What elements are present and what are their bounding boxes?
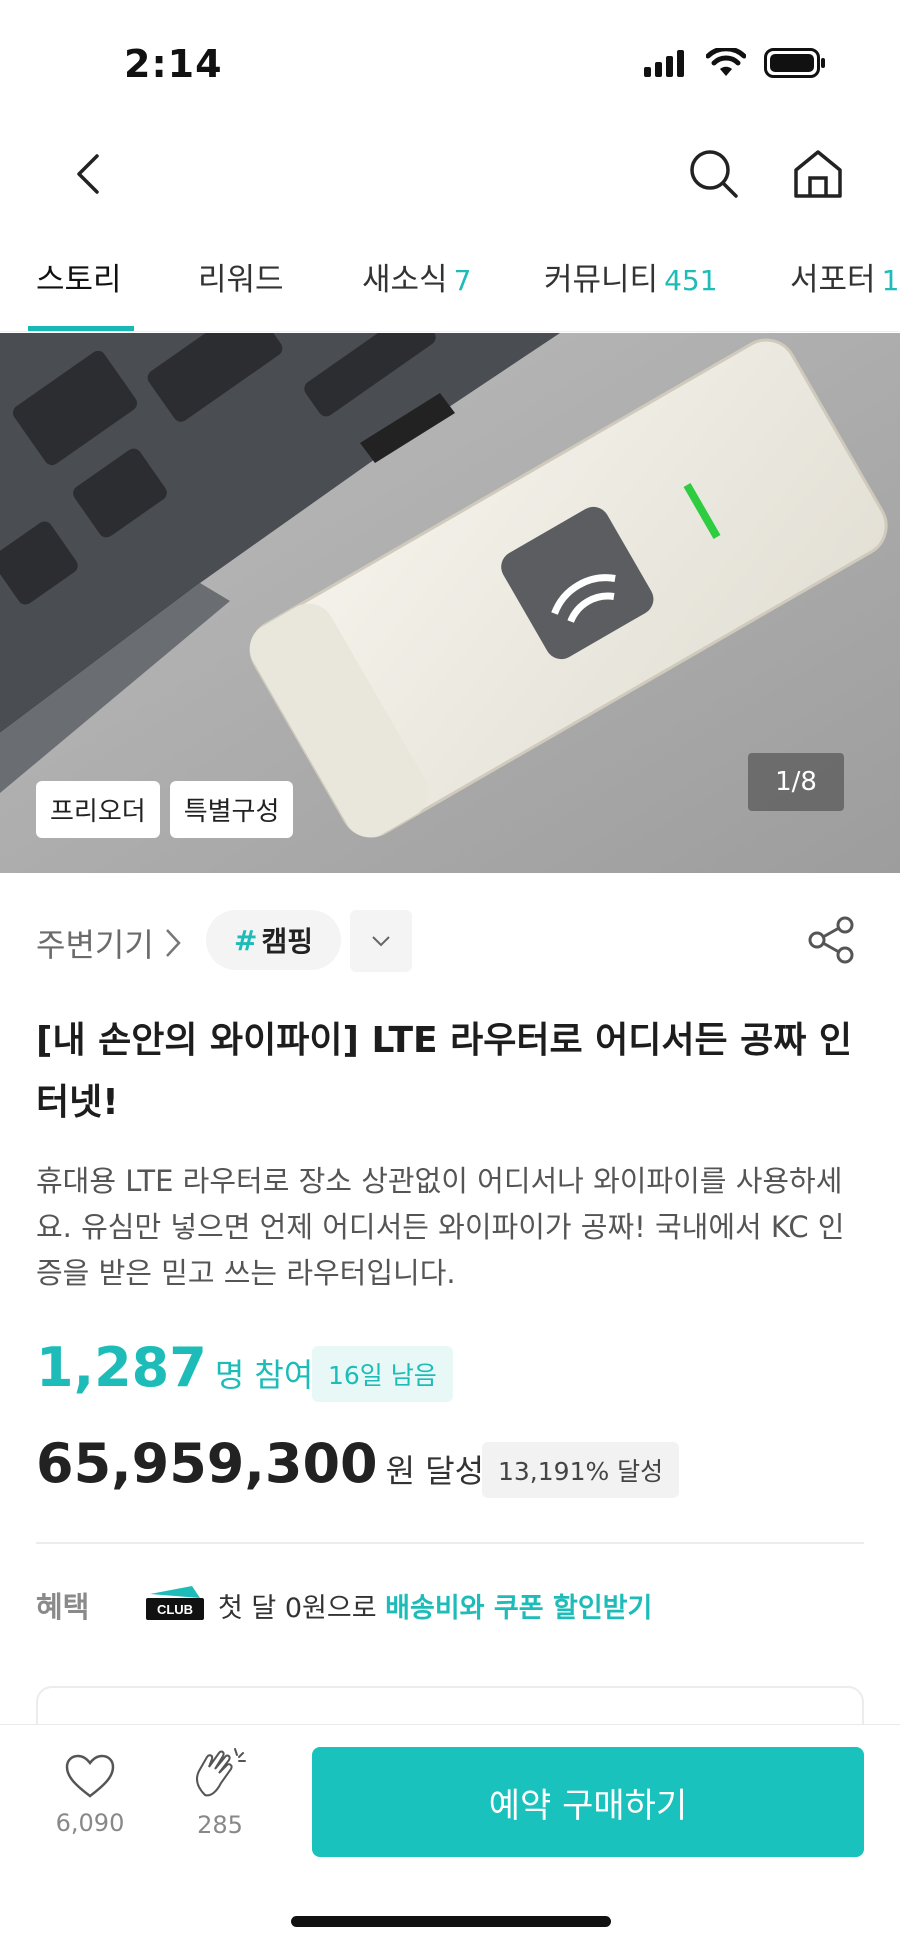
- amount-value: 65,959,300: [36, 1432, 378, 1495]
- share-icon: [808, 916, 854, 964]
- signal-icon: [644, 50, 684, 77]
- club-logo-text: CLUB: [157, 1602, 193, 1617]
- category-link[interactable]: 주변기기: [36, 920, 182, 966]
- special-set-badge: 특별구성: [169, 781, 294, 838]
- chevron-left-icon: [77, 154, 99, 194]
- tab-reward[interactable]: 리워드: [198, 254, 284, 299]
- back-button[interactable]: [58, 144, 118, 204]
- tab-label: 스토리: [36, 262, 122, 298]
- bottom-action-bar: 6,090 285 예약 구매하기: [0, 1724, 900, 1951]
- preorder-badge: 프리오더: [36, 781, 160, 838]
- participants-stat: 1,287 명 참여: [36, 1336, 313, 1399]
- share-button[interactable]: [804, 912, 860, 968]
- divider: [36, 1542, 864, 1544]
- like-count: 6,090: [55, 1809, 125, 1837]
- search-icon: [690, 150, 738, 198]
- chevron-right-icon: [165, 929, 181, 957]
- tab-community[interactable]: 커뮤니티 451: [544, 254, 718, 299]
- project-title: [내 손안의 와이파이] LTE 라우터로 어디서든 공짜 인터넷!: [36, 1020, 853, 1123]
- hero-badges: 프리오더 특별구성: [36, 781, 294, 838]
- participants-unit: 명 참여: [214, 1356, 314, 1394]
- home-icon: [794, 150, 842, 198]
- status-time: 2:14: [124, 42, 223, 86]
- tab-count: 451: [664, 264, 718, 297]
- status-bar: 2:14: [0, 0, 900, 120]
- amount-unit: 원 달성: [385, 1452, 485, 1490]
- category-label: 주변기기: [36, 926, 154, 964]
- tab-label: 커뮤니티: [544, 262, 659, 298]
- image-counter: 1/8: [748, 753, 844, 811]
- tab-label: 서포터: [790, 262, 876, 298]
- nav-bar: [0, 120, 900, 230]
- hero-image-carousel[interactable]: 프리오더 특별구성 1/8: [0, 333, 900, 873]
- tab-active-indicator: [28, 326, 134, 331]
- tab-supporter[interactable]: 서포터 1: [790, 254, 899, 299]
- tab-bar: 스토리 리워드 새소식 7 커뮤니티 451 서포터 1: [0, 236, 900, 332]
- clap-button[interactable]: 285: [180, 1745, 260, 1839]
- benefit-label: 혜택: [36, 1590, 90, 1624]
- tag-dropdown-button[interactable]: [350, 910, 412, 972]
- tab-news[interactable]: 새소식 7: [362, 254, 471, 299]
- clap-icon: [196, 1748, 246, 1797]
- tab-count: 1: [881, 264, 900, 297]
- heart-icon: [65, 1754, 115, 1798]
- preorder-purchase-button[interactable]: 예약 구매하기: [312, 1747, 864, 1857]
- tag-hash: #: [234, 923, 258, 957]
- tag-label: 캠핑: [261, 925, 313, 958]
- club-logo: CLUB: [146, 1586, 204, 1620]
- tab-label: 리워드: [198, 262, 284, 298]
- tab-label: 새소식: [362, 262, 448, 298]
- benefit-text[interactable]: 첫 달 0원으로 배송비와 쿠폰 할인받기: [218, 1586, 652, 1625]
- tab-count: 7: [453, 264, 472, 297]
- clap-count: 285: [197, 1811, 243, 1839]
- tab-story[interactable]: 스토리: [36, 254, 122, 299]
- category-row: 주변기기 # 캠핑: [36, 910, 864, 974]
- like-button[interactable]: 6,090: [50, 1753, 130, 1837]
- home-indicator: [291, 1916, 611, 1927]
- battery-icon: [764, 48, 825, 78]
- home-button[interactable]: [788, 144, 848, 204]
- achievement-badge: 13,191% 달성: [482, 1442, 680, 1498]
- search-button[interactable]: [684, 144, 744, 204]
- wifi-icon: [706, 48, 746, 76]
- participants-count: 1,287: [36, 1336, 207, 1399]
- amount-stat: 65,959,300 원 달성: [36, 1432, 484, 1495]
- chevron-down-icon: [372, 936, 390, 947]
- days-left-badge: 16일 남음: [312, 1346, 453, 1402]
- status-icons: [644, 48, 826, 78]
- tag-chip-camping[interactable]: # 캠핑: [206, 910, 341, 970]
- benefit-text-highlight: 배송비와 쿠폰 할인받기: [385, 1593, 653, 1624]
- benefit-text-plain: 첫 달 0원으로: [218, 1593, 386, 1624]
- project-description: 휴대용 LTE 라우터로 장소 상관없이 어디서나 와이파이를 사용하세요. 유…: [36, 1164, 845, 1290]
